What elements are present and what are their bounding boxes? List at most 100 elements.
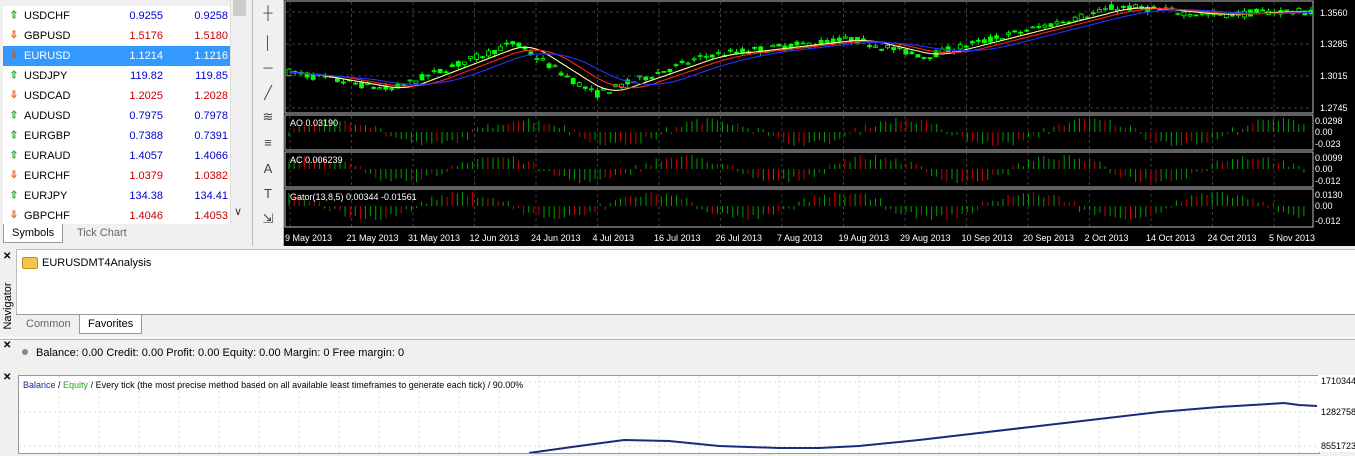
market-watch-scrollbar[interactable]: ∨ <box>230 0 248 224</box>
chart-panel-frame <box>284 0 1314 114</box>
navigator-item[interactable]: EURUSDMT4Analysis <box>22 255 151 271</box>
indicator-label: Gator(13,8,5) 0.00344 -0.01561 <box>290 192 417 202</box>
symbol-name: AUDUSD <box>24 110 71 122</box>
date-label: 26 Jul 2013 <box>716 233 763 243</box>
scroll-down-icon[interactable]: ∨ <box>234 205 242 218</box>
symbol-list[interactable]: ⇧ USDCHF 0.9255 0.9258 ⇩ GBPUSD 1.5176 1.5180 ⇩ E… <box>3 6 230 224</box>
price-scale-label: 1.3285 <box>1320 39 1348 49</box>
status-dot-icon <box>22 349 28 355</box>
horizontal-line-icon[interactable]: ─ <box>258 59 278 77</box>
symbol-row-gbpchf[interactable]: ⇩ GBPCHF 1.4046 1.4053 <box>3 206 230 224</box>
symbol-row-eurusd[interactable]: ⇩ EURUSD 1.1214 1.1216 <box>3 46 230 66</box>
bid-price: 1.5176 <box>129 30 163 42</box>
price-scale-label: 1.2745 <box>1320 103 1348 113</box>
bid-price: 0.9255 <box>129 10 163 22</box>
bid-price: 1.1214 <box>129 50 163 62</box>
arrow-up-icon: ⇧ <box>9 70 19 81</box>
text-icon[interactable]: A <box>258 160 278 178</box>
trendline-icon[interactable]: ╱ <box>258 84 278 102</box>
indicator-scale-label: 0.0298 <box>1315 116 1343 126</box>
date-label: 7 Aug 2013 <box>777 233 823 243</box>
symbol-name: USDJPY <box>24 70 68 82</box>
terminal-close-icon[interactable]: ✕ <box>3 340 11 351</box>
symbol-name: USDCHF <box>24 10 70 22</box>
arrows-icon[interactable]: ⇲ <box>258 210 278 228</box>
tab-symbols[interactable]: Symbols <box>3 224 64 243</box>
ask-price: 134.41 <box>194 190 228 202</box>
symbol-row-eurjpy[interactable]: ⇧ EURJPY 134.38 134.41 <box>3 186 230 206</box>
bid-price: 1.4057 <box>129 150 163 162</box>
scroll-thumb[interactable] <box>233 0 246 16</box>
price-chart[interactable]: 1.3560 1.3285 1.3015 1.2745 AO 0.03190 0.0298… <box>284 0 1355 246</box>
symbol-row-euraud[interactable]: ⇧ EURAUD 1.4057 1.4066 <box>3 146 230 166</box>
vertical-line-icon[interactable]: │ <box>258 34 278 52</box>
symbol-name: USDCAD <box>24 90 71 102</box>
symbol-row-audusd[interactable]: ⇧ AUDUSD 0.7975 0.7978 <box>3 106 230 126</box>
symbol-row-gbpusd[interactable]: ⇩ GBPUSD 1.5176 1.5180 <box>3 26 230 46</box>
account-status-text: Balance: 0.00 Credit: 0.00 Profit: 0.00 … <box>36 347 405 359</box>
tab-tick-chart[interactable]: Tick Chart <box>69 224 135 242</box>
ask-price: 0.7391 <box>194 130 228 142</box>
bid-price: 1.4046 <box>129 210 163 222</box>
tester-legend: Balance / Equity / Every tick (the most … <box>23 380 523 390</box>
tester-graph-canvas: Balance / Equity / Every tick (the most … <box>19 376 1319 454</box>
arrow-up-icon: ⇧ <box>9 130 19 141</box>
tab-favorites[interactable]: Favorites <box>79 315 143 334</box>
date-label: 21 May 2013 <box>347 233 399 243</box>
date-label: 24 Oct 2013 <box>1208 233 1257 243</box>
date-label: 14 Oct 2013 <box>1146 233 1195 243</box>
symbol-row-eurgbp[interactable]: ⇧ EURGBP 0.7388 0.7391 <box>3 126 230 146</box>
arrow-up-icon: ⇧ <box>9 10 19 21</box>
date-label: 10 Sep 2013 <box>962 233 1013 243</box>
indicator-label: AC 0.006239 <box>290 155 343 165</box>
fibonacci-icon[interactable]: ≋ <box>258 108 278 126</box>
tester-scale-label: 8551723 <box>1321 441 1355 451</box>
drawing-toolbar: ┼ │ ─ ╱ ≋ ≡ A T ⇲ <box>252 0 284 246</box>
date-label: 4 Jul 2013 <box>593 233 635 243</box>
symbol-row-usdjpy[interactable]: ⇧ USDJPY 119.82 119.85 <box>3 66 230 86</box>
market-watch-panel: ⇧ USDCHF 0.9255 0.9258 ⇩ GBPUSD 1.5176 1.5180 ⇩ E… <box>0 0 250 246</box>
ask-price: 0.7978 <box>194 110 228 122</box>
market-watch-tabs: Symbols Tick Chart <box>3 224 248 244</box>
ask-price: 1.5180 <box>194 30 228 42</box>
arrow-down-icon: ⇩ <box>9 210 19 221</box>
ma-yellow-line <box>288 7 1312 91</box>
legend-description: / Every tick (the most precise method ba… <box>88 380 523 390</box>
indicator-histograms <box>288 118 1305 220</box>
indicator-scale-label: 0.00 <box>1315 201 1333 211</box>
symbol-name: EURCHF <box>24 170 70 182</box>
navigator-tabs: Common Favorites <box>16 314 1355 337</box>
indicator-scale-label: 0.0130 <box>1315 190 1343 200</box>
indicator-label: AO 0.03190 <box>290 118 338 128</box>
arrow-down-icon: ⇩ <box>9 30 19 41</box>
tester-close-icon[interactable]: ✕ <box>3 372 11 383</box>
symbol-row-usdchf[interactable]: ⇧ USDCHF 0.9255 0.9258 <box>3 6 230 26</box>
arrow-up-icon: ⇧ <box>9 190 19 201</box>
legend-equity: Equity <box>63 380 89 390</box>
legend-separator: / <box>56 380 64 390</box>
date-label: 9 May 2013 <box>285 233 332 243</box>
symbol-row-usdcad[interactable]: ⇩ USDCAD 1.2025 1.2028 <box>3 86 230 106</box>
arrow-down-icon: ⇩ <box>9 170 19 181</box>
chart-canvas[interactable]: 1.3560 1.3285 1.3015 1.2745 AO 0.03190 0.0298… <box>284 0 1355 246</box>
bid-price: 119.82 <box>130 70 163 82</box>
text-label-icon[interactable]: T <box>258 185 278 203</box>
account-status-bar: Balance: 0.00 Credit: 0.00 Profit: 0.00 … <box>18 343 1355 363</box>
date-label: 19 Aug 2013 <box>839 233 890 243</box>
price-scale-label: 1.3015 <box>1320 71 1348 81</box>
date-label: 29 Aug 2013 <box>900 233 951 243</box>
indicator-scale-label: -0.023 <box>1315 139 1341 149</box>
tab-common[interactable]: Common <box>18 315 79 333</box>
crosshair-icon[interactable]: ┼ <box>258 4 278 22</box>
symbol-row-eurchf[interactable]: ⇩ EURCHF 1.0379 1.0382 <box>3 166 230 186</box>
indicator-scale-label: 0.00 <box>1315 164 1333 174</box>
channel-icon[interactable]: ≡ <box>258 134 278 152</box>
symbol-name: EURGBP <box>24 130 71 142</box>
navigator-item-label: EURUSDMT4Analysis <box>42 257 152 269</box>
tester-graph-axis: 1710344 1282758 8551723 <box>1318 375 1355 452</box>
ask-price: 1.1216 <box>194 50 228 62</box>
navigator-close-icon[interactable]: ✕ <box>3 251 11 262</box>
tester-scale-label: 1710344 <box>1321 376 1355 386</box>
bid-price: 1.0379 <box>129 170 163 182</box>
tester-scale-label: 1282758 <box>1321 407 1355 417</box>
